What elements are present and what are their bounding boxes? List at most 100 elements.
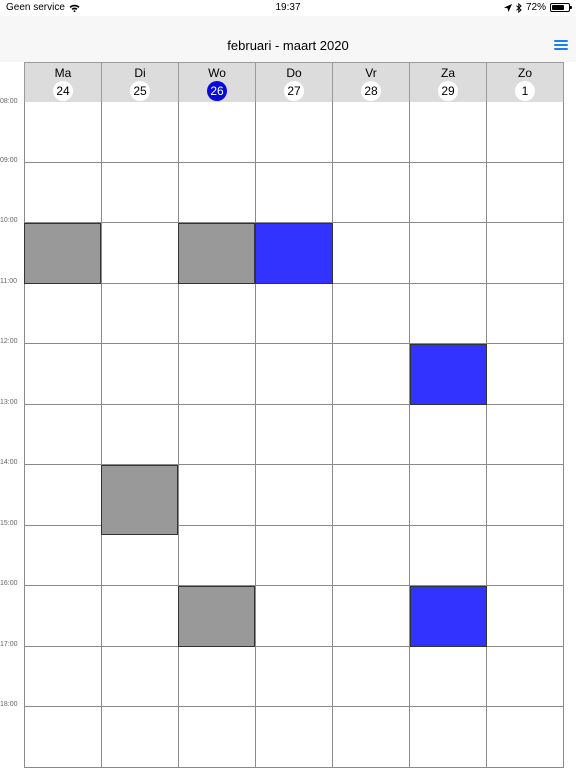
time-slot[interactable]: [178, 707, 255, 767]
time-slot[interactable]: [101, 586, 178, 646]
time-slot[interactable]: [178, 102, 255, 162]
day-number: 28: [361, 81, 381, 101]
time-slot[interactable]: [255, 646, 332, 706]
time-slot[interactable]: [486, 646, 564, 706]
hour-row: [24, 162, 564, 223]
time-slot[interactable]: [409, 707, 486, 767]
time-slot[interactable]: [409, 162, 486, 222]
time-slot[interactable]: [24, 162, 101, 222]
time-slot[interactable]: [486, 404, 564, 464]
time-slot[interactable]: [255, 525, 332, 585]
time-slot[interactable]: [255, 707, 332, 767]
time-slot[interactable]: [332, 283, 409, 343]
time-slot[interactable]: [486, 102, 564, 162]
time-slot[interactable]: [24, 344, 101, 404]
event-block-blue[interactable]: [409, 344, 487, 405]
time-slot[interactable]: [24, 102, 101, 162]
time-slot[interactable]: [255, 102, 332, 162]
time-slot[interactable]: [24, 646, 101, 706]
day-name: Wo: [208, 66, 226, 80]
hour-label: 11:00: [0, 277, 17, 285]
time-slot[interactable]: [409, 646, 486, 706]
time-slot[interactable]: [24, 465, 101, 525]
time-slot[interactable]: [255, 283, 332, 343]
time-slot[interactable]: [486, 344, 564, 404]
status-right: 72%: [503, 2, 572, 13]
time-slot[interactable]: [255, 586, 332, 646]
time-slot[interactable]: [101, 344, 178, 404]
day-number: 27: [284, 81, 304, 101]
time-slot[interactable]: [178, 162, 255, 222]
week-day-header: Ma 24 Di 25 Wo 26 Do 27 Vr 28 Za 29 Zo 1: [24, 62, 564, 102]
event-block-gray[interactable]: [178, 223, 256, 284]
time-slot[interactable]: [332, 162, 409, 222]
time-slot[interactable]: [409, 525, 486, 585]
time-slot[interactable]: [101, 102, 178, 162]
time-slot[interactable]: [409, 283, 486, 343]
hamburger-icon-line: [554, 48, 568, 50]
time-slot[interactable]: [332, 102, 409, 162]
time-slot[interactable]: [24, 707, 101, 767]
time-slot[interactable]: [409, 404, 486, 464]
time-slot[interactable]: [332, 344, 409, 404]
time-slot[interactable]: [178, 646, 255, 706]
day-header-6[interactable]: Zo 1: [487, 63, 564, 102]
time-slot[interactable]: [255, 465, 332, 525]
time-slot[interactable]: [486, 162, 564, 222]
time-slot[interactable]: [24, 283, 101, 343]
hour-row: [24, 102, 564, 163]
hamburger-icon-line: [554, 40, 568, 42]
time-slot[interactable]: [332, 646, 409, 706]
time-slot[interactable]: [486, 283, 564, 343]
day-number: 1: [515, 81, 535, 101]
time-slot[interactable]: [332, 223, 409, 283]
hour-label: 17:00: [0, 640, 18, 648]
time-slot[interactable]: [178, 404, 255, 464]
time-slot[interactable]: [101, 646, 178, 706]
time-slot[interactable]: [332, 465, 409, 525]
hour-label: 09:00: [0, 156, 18, 164]
time-slot[interactable]: [24, 404, 101, 464]
event-block-blue[interactable]: [255, 223, 333, 284]
day-header-0[interactable]: Ma 24: [25, 63, 102, 102]
day-header-5[interactable]: Za 29: [410, 63, 487, 102]
time-slot[interactable]: [486, 465, 564, 525]
time-slot[interactable]: [486, 586, 564, 646]
event-block-blue[interactable]: [409, 586, 487, 647]
time-slot[interactable]: [332, 404, 409, 464]
status-time: 19:37: [275, 2, 301, 13]
event-block-gray[interactable]: [24, 223, 102, 284]
day-name: Di: [134, 66, 146, 80]
event-block-gray[interactable]: [178, 586, 256, 647]
time-slot[interactable]: [486, 223, 564, 283]
time-slot[interactable]: [255, 162, 332, 222]
time-slot[interactable]: [409, 465, 486, 525]
time-slot[interactable]: [409, 223, 486, 283]
time-slot[interactable]: [178, 465, 255, 525]
time-slot[interactable]: [101, 707, 178, 767]
time-slot[interactable]: [24, 525, 101, 585]
time-slot[interactable]: [178, 283, 255, 343]
day-header-1[interactable]: Di 25: [102, 63, 179, 102]
time-slot[interactable]: [332, 586, 409, 646]
time-slot[interactable]: [332, 707, 409, 767]
time-slot[interactable]: [101, 283, 178, 343]
day-header-3[interactable]: Do 27: [256, 63, 333, 102]
day-header-2[interactable]: Wo 26: [179, 63, 256, 102]
time-slot[interactable]: [486, 525, 564, 585]
day-header-4[interactable]: Vr 28: [333, 63, 410, 102]
time-slot[interactable]: [409, 102, 486, 162]
time-slot[interactable]: [101, 162, 178, 222]
time-slot[interactable]: [101, 223, 178, 283]
menu-button[interactable]: [554, 40, 568, 54]
time-slot[interactable]: [24, 586, 101, 646]
time-slot[interactable]: [486, 707, 564, 767]
time-slot[interactable]: [332, 525, 409, 585]
time-slot[interactable]: [178, 344, 255, 404]
time-slot[interactable]: [101, 404, 178, 464]
day-number: 24: [53, 81, 73, 101]
time-slot[interactable]: [255, 344, 332, 404]
event-block-gray[interactable]: [101, 465, 179, 535]
time-slot[interactable]: [178, 525, 255, 585]
time-slot[interactable]: [255, 404, 332, 464]
